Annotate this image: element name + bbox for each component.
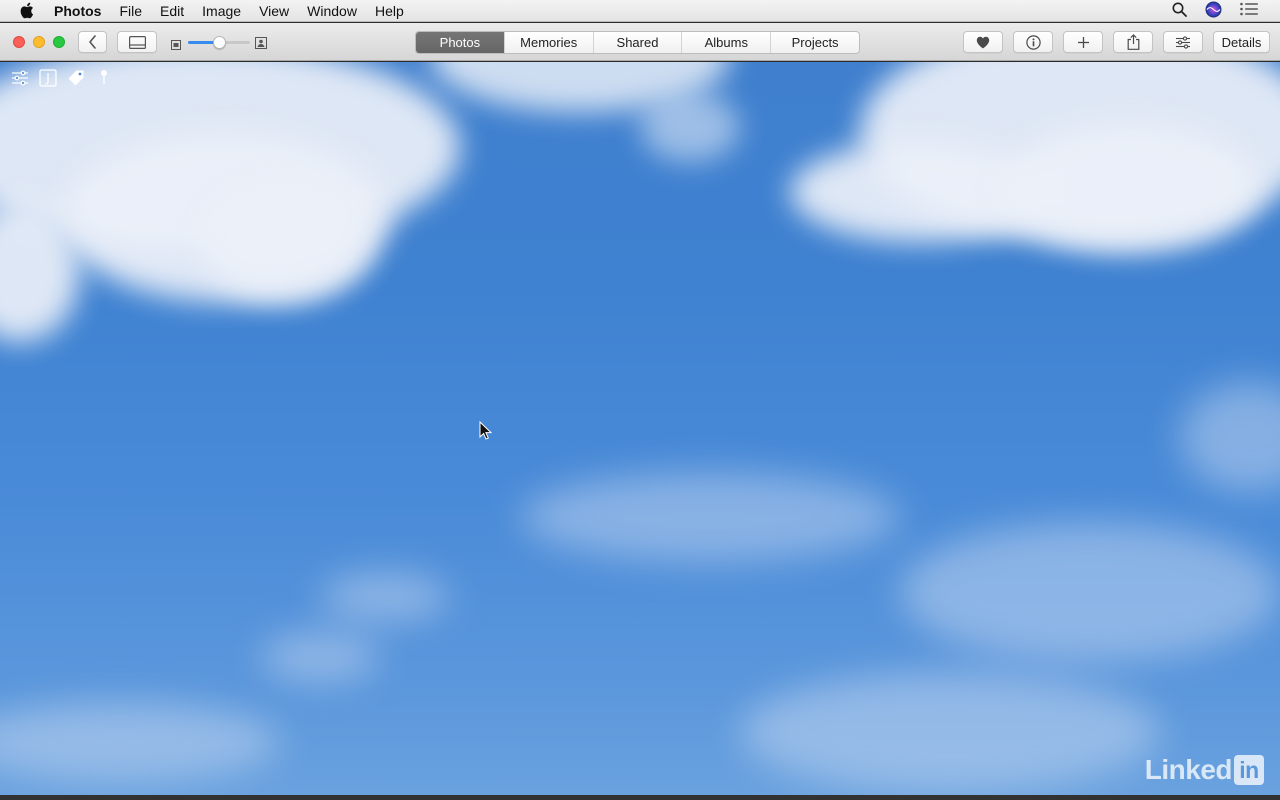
tab-photos[interactable]: Photos	[416, 32, 504, 53]
sidebar-toggle-button[interactable]	[117, 31, 157, 53]
linkedin-watermark: Linked in	[1145, 754, 1264, 786]
tab-albums[interactable]: Albums	[681, 32, 770, 53]
tab-shared[interactable]: Shared	[592, 32, 682, 53]
cloud-wisp	[900, 522, 1280, 662]
details-button[interactable]: Details	[1213, 31, 1270, 53]
keyword-letter: J	[46, 71, 50, 85]
view-tabs: Photos Memories Shared Albums Projects	[415, 31, 860, 54]
adjust-button[interactable]	[1163, 31, 1203, 53]
cloud-wisp	[260, 632, 380, 682]
chevron-left-icon	[88, 35, 97, 49]
menu-edit[interactable]: Edit	[151, 0, 193, 22]
small-photo-icon[interactable]	[171, 37, 181, 55]
apple-logo-icon[interactable]	[19, 2, 37, 19]
large-photo-icon[interactable]	[255, 36, 267, 54]
tab-memories[interactable]: Memories	[503, 32, 593, 53]
menu-help[interactable]: Help	[366, 0, 413, 22]
menu-app-name[interactable]: Photos	[54, 0, 110, 22]
location-pin-icon[interactable]	[94, 68, 114, 88]
share-button[interactable]	[1113, 31, 1153, 53]
cloud	[640, 92, 740, 162]
favorite-button[interactable]	[963, 31, 1003, 53]
cloud-wisp	[1180, 382, 1280, 492]
cloud-wisp	[0, 702, 280, 782]
add-icon	[1077, 36, 1090, 49]
sidebar-toggle-icon	[128, 35, 146, 49]
add-button[interactable]	[1063, 31, 1103, 53]
menu-view[interactable]: View	[250, 0, 298, 22]
cloud-wisp	[520, 472, 900, 562]
info-icon	[1025, 34, 1041, 50]
menu-bar: Photos File Edit Image View Window Help	[0, 0, 1280, 22]
back-button[interactable]	[78, 31, 107, 53]
spotlight-search-icon[interactable]	[1172, 2, 1187, 20]
tag-icon[interactable]	[66, 68, 86, 88]
window-close-button[interactable]	[13, 36, 25, 48]
photo-view[interactable]	[0, 62, 1280, 795]
adjustments-icon[interactable]	[10, 68, 30, 88]
adjust-icon	[1175, 35, 1191, 49]
menu-window[interactable]: Window	[298, 0, 366, 22]
window-zoom-button[interactable]	[53, 36, 65, 48]
window-toolbar: Photos Memories Shared Albums Projects D…	[0, 23, 1280, 61]
tab-projects[interactable]: Projects	[770, 32, 859, 53]
cloud-wisp	[320, 572, 450, 622]
menu-image[interactable]: Image	[193, 0, 250, 22]
watermark-text: Linked	[1144, 754, 1233, 785]
menu-file[interactable]: File	[110, 0, 151, 22]
zoom-slider-group	[171, 34, 269, 50]
share-icon	[1127, 34, 1140, 50]
window-minimize-button[interactable]	[33, 36, 45, 48]
zoom-slider[interactable]	[188, 36, 250, 49]
cloud	[200, 182, 370, 302]
siri-icon[interactable]	[1205, 1, 1222, 21]
photo-edit-tools: J	[10, 68, 114, 88]
zoom-slider-knob[interactable]	[213, 36, 226, 49]
watermark-badge: in	[1234, 755, 1264, 785]
keyword-icon[interactable]: J	[38, 68, 58, 88]
cloud-wisp	[740, 672, 1160, 792]
heart-icon	[976, 36, 990, 49]
cloud	[1000, 122, 1260, 252]
mouse-pointer-icon	[479, 420, 493, 445]
notification-center-icon[interactable]	[1240, 2, 1258, 19]
info-button[interactable]	[1013, 31, 1053, 53]
window-bottom-edge	[0, 795, 1280, 800]
